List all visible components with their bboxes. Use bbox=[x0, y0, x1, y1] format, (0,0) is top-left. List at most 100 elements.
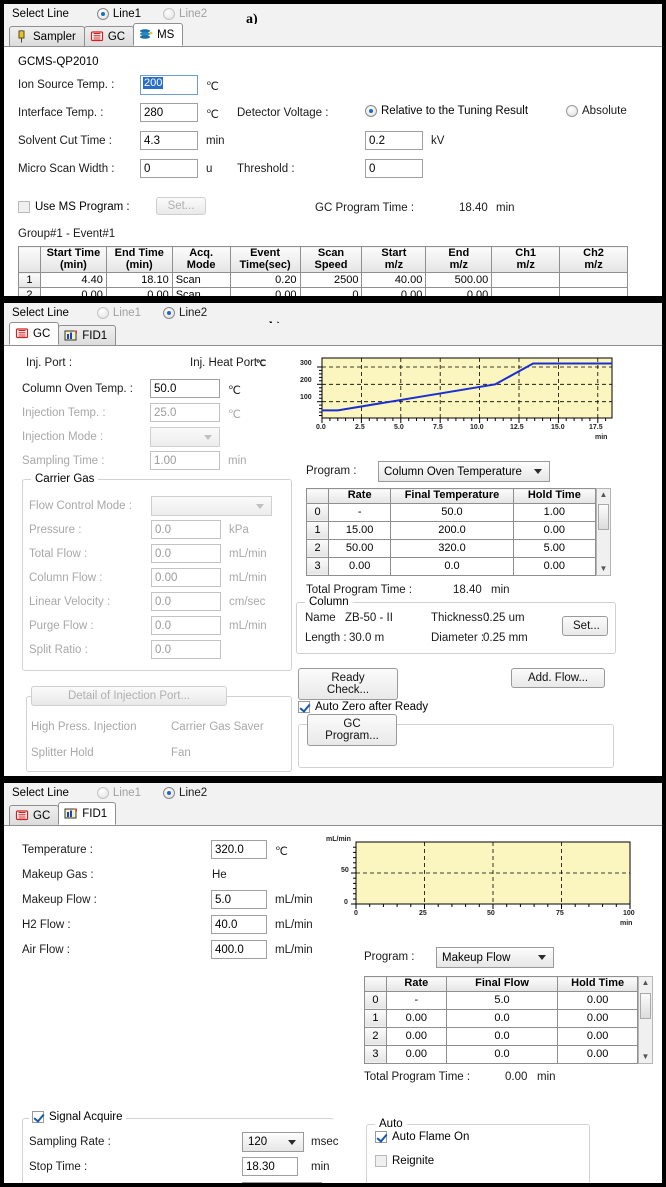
cell-final-temperature[interactable]: 50.0 bbox=[390, 502, 514, 522]
radio-line1-a[interactable]: Line1 bbox=[96, 8, 141, 20]
cell-hold-time[interactable]: 0.00 bbox=[512, 556, 597, 577]
checkbox-auto-zero-after-ready[interactable]: Auto Zero after Ready bbox=[298, 701, 428, 713]
radio-line1-c[interactable]: Line1 bbox=[96, 787, 141, 799]
table-row[interactable]: 0 - 50.0 1.00 bbox=[305, 502, 597, 522]
input-temperature[interactable] bbox=[211, 840, 267, 859]
radio-line2-a[interactable]: Line2 bbox=[163, 8, 207, 20]
combo-program-c[interactable]: Makeup Flow bbox=[436, 947, 554, 968]
input-air-flow[interactable] bbox=[211, 940, 267, 959]
cell-end-mz[interactable]: 0.00 bbox=[425, 287, 493, 296]
cell-final-temperature[interactable]: 200.0 bbox=[390, 520, 514, 540]
tab-gc-c[interactable]: GC bbox=[9, 805, 60, 825]
table-row[interactable]: 0 - 5.0 0.00 bbox=[364, 990, 638, 1010]
input-sampling-time[interactable] bbox=[150, 451, 220, 470]
tab-ms[interactable]: MS bbox=[133, 23, 184, 46]
scroll-thumb[interactable] bbox=[640, 993, 651, 1019]
cell-final-flow[interactable]: 5.0 bbox=[445, 990, 559, 1010]
table-row[interactable]: 1 0.00 0.0 0.00 bbox=[364, 1008, 638, 1028]
ms-events-table[interactable]: Start Time (min) End Time (min) Acq. Mod… bbox=[18, 245, 628, 296]
cell-rate[interactable]: - bbox=[385, 990, 447, 1010]
cell-final-flow[interactable]: 0.0 bbox=[445, 1044, 559, 1065]
radio-line2-c[interactable]: Line2 bbox=[163, 787, 207, 799]
gc-program-button[interactable]: GC Program... bbox=[307, 714, 397, 746]
cell-scan-speed[interactable]: 0 bbox=[299, 287, 363, 296]
column-set-button[interactable]: Set... bbox=[562, 616, 608, 636]
add-flow-button[interactable]: Add. Flow... bbox=[511, 668, 605, 688]
cell-ch1-mz[interactable] bbox=[491, 287, 561, 296]
cell-rate[interactable]: 15.00 bbox=[328, 520, 392, 540]
checkbox-use-ms-program[interactable]: Use MS Program : bbox=[18, 201, 130, 213]
table-row[interactable]: 1 15.00 200.0 0.00 bbox=[305, 520, 597, 540]
cell-final-flow[interactable]: 0.0 bbox=[445, 1008, 559, 1028]
input-ion-source-temp[interactable]: 200 bbox=[140, 75, 198, 95]
cell-rate[interactable]: 0.00 bbox=[385, 1008, 447, 1028]
combo-flow-control-mode[interactable] bbox=[151, 496, 272, 516]
tab-fid1-b[interactable]: FID1 bbox=[58, 325, 117, 345]
checkbox-reignite[interactable]: Reignite bbox=[375, 1155, 434, 1167]
cell-end-mz[interactable]: 500.00 bbox=[425, 272, 493, 289]
input-threshold[interactable] bbox=[365, 159, 423, 178]
cell-ch2-mz[interactable] bbox=[559, 287, 628, 296]
cell-hold-time[interactable]: 0.00 bbox=[557, 1044, 638, 1065]
radio-line1-b[interactable]: Line1 bbox=[96, 307, 141, 319]
table-row[interactable]: 1 4.40 18.10 Scan 0.20 2500 40.00 500.00 bbox=[18, 272, 628, 289]
scroll-down-icon[interactable]: ▼ bbox=[642, 1051, 650, 1063]
input-stop-time[interactable] bbox=[242, 1157, 298, 1176]
cell-acq-mode[interactable]: Scan bbox=[171, 287, 231, 296]
cell-event-time[interactable]: 0.00 bbox=[229, 287, 301, 296]
table-row[interactable]: 3 0.00 0.0 0.00 bbox=[305, 556, 597, 577]
detail-injection-port-button[interactable]: Detail of Injection Port... bbox=[31, 686, 227, 706]
input-column-flow[interactable] bbox=[151, 568, 221, 587]
table-row[interactable]: 2 0.00 0.00 Scan 0.00 0 0.00 0.00 bbox=[18, 287, 628, 296]
scroll-thumb[interactable] bbox=[598, 504, 609, 530]
checkbox-signal-acquire[interactable]: Signal Acquire bbox=[29, 1111, 126, 1123]
input-h2-flow[interactable] bbox=[211, 915, 267, 934]
cell-start-time[interactable]: 0.00 bbox=[39, 287, 107, 296]
cell-hold-time[interactable]: 0.00 bbox=[557, 1008, 638, 1028]
cell-scan-speed[interactable]: 2500 bbox=[299, 272, 363, 289]
cell-rate[interactable]: - bbox=[328, 502, 392, 522]
table-row[interactable]: 3 0.00 0.0 0.00 bbox=[364, 1044, 638, 1065]
ready-check-button[interactable]: Ready Check... bbox=[298, 668, 398, 700]
combo-sampling-rate[interactable]: 120 bbox=[242, 1132, 304, 1152]
scroll-up-icon[interactable]: ▲ bbox=[600, 489, 608, 501]
input-injection-temp[interactable] bbox=[150, 403, 220, 422]
combo-injection-mode[interactable] bbox=[150, 427, 220, 447]
cell-start-mz[interactable]: 0.00 bbox=[361, 287, 427, 296]
cell-end-time[interactable]: 18.10 bbox=[105, 272, 173, 289]
program-table-scrollbar-b[interactable]: ▲ ▼ bbox=[596, 488, 611, 576]
cell-event-time[interactable]: 0.20 bbox=[229, 272, 301, 289]
radio-detector-relative[interactable]: Relative to the Tuning Result bbox=[365, 105, 528, 117]
tab-gc-b[interactable]: GC bbox=[9, 322, 60, 345]
cell-rate[interactable]: 0.00 bbox=[385, 1044, 447, 1065]
cell-hold-time[interactable]: 5.00 bbox=[512, 538, 597, 558]
cell-acq-mode[interactable]: Scan bbox=[171, 272, 231, 289]
scroll-up-icon[interactable]: ▲ bbox=[642, 977, 650, 989]
input-solvent-cut-time[interactable] bbox=[140, 131, 198, 150]
set-ms-program-button[interactable]: Set... bbox=[156, 197, 206, 215]
tab-fid1-c[interactable]: FID1 bbox=[58, 802, 117, 825]
input-makeup-flow[interactable] bbox=[211, 890, 267, 909]
input-column-oven-temp[interactable] bbox=[150, 379, 220, 398]
input-split-ratio[interactable] bbox=[151, 640, 221, 659]
table-row[interactable]: 2 50.00 320.0 5.00 bbox=[305, 538, 597, 558]
cell-start-time[interactable]: 4.40 bbox=[39, 272, 107, 289]
cell-ch2-mz[interactable] bbox=[559, 272, 628, 289]
input-pressure[interactable] bbox=[151, 520, 221, 539]
tab-sampler[interactable]: Sampler bbox=[9, 26, 85, 46]
input-linear-velocity[interactable] bbox=[151, 592, 221, 611]
cell-hold-time[interactable]: 0.00 bbox=[557, 990, 638, 1010]
table-row[interactable]: 2 0.00 0.0 0.00 bbox=[364, 1026, 638, 1046]
combo-subtract-detector[interactable]: None bbox=[242, 1182, 322, 1183]
makeup-flow-program-table[interactable]: Rate Final Flow Hold Time 0 - 5.0 0.00 1… bbox=[364, 976, 638, 1065]
cell-final-flow[interactable]: 0.0 bbox=[445, 1026, 559, 1046]
input-total-flow[interactable] bbox=[151, 544, 221, 563]
cell-rate[interactable]: 0.00 bbox=[328, 556, 392, 577]
cell-rate[interactable]: 0.00 bbox=[385, 1026, 447, 1046]
program-table-scrollbar-c[interactable]: ▲ ▼ bbox=[638, 976, 653, 1064]
radio-detector-absolute[interactable]: Absolute bbox=[566, 105, 627, 117]
input-micro-scan-width[interactable] bbox=[140, 159, 198, 178]
cell-hold-time[interactable]: 0.00 bbox=[512, 520, 597, 540]
cell-ch1-mz[interactable] bbox=[491, 272, 561, 289]
oven-program-table[interactable]: Rate Final Temperature Hold Time 0 - 50.… bbox=[305, 488, 597, 577]
